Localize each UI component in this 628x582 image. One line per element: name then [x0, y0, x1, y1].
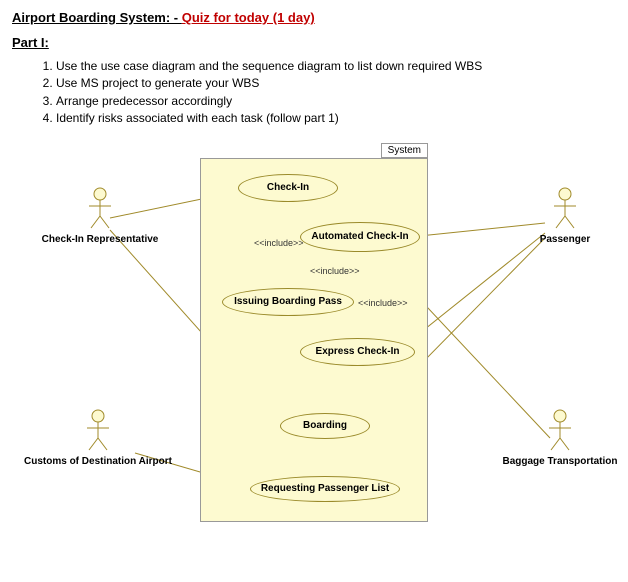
instruction-item: Use MS project to generate your WBS	[56, 75, 616, 92]
actor-label: Baggage Transportation	[502, 456, 617, 467]
actor-customs: Customs of Destination Airport	[18, 408, 178, 467]
page-heading: Airport Boarding System: - Quiz for toda…	[0, 0, 628, 31]
instruction-item: Identify risks associated with each task…	[56, 110, 616, 127]
use-case-diagram: System Check-In Representative Passenger	[0, 138, 628, 528]
usecase-label: Requesting Passenger List	[261, 483, 389, 494]
actor-icon	[550, 186, 580, 230]
include-label: <<include>>	[358, 298, 408, 308]
system-boundary: System	[200, 158, 428, 522]
usecase-label: Express Check-In	[316, 346, 400, 357]
include-label: <<include>>	[310, 266, 360, 276]
title-main: Airport Boarding System: -	[12, 10, 182, 25]
actor-passenger: Passenger	[520, 186, 610, 245]
usecase-label: Issuing Boarding Pass	[234, 296, 342, 307]
include-label: <<include>>	[254, 238, 304, 248]
actor-checkin-rep: Check-In Representative	[30, 186, 170, 245]
actor-icon	[83, 408, 113, 452]
usecase-label: Check-In	[267, 182, 309, 193]
actor-label: Passenger	[540, 234, 591, 245]
usecase-issuing-boarding-pass: Issuing Boarding Pass	[222, 288, 354, 316]
part-label: Part I:	[0, 31, 628, 58]
instruction-item: Use the use case diagram and the sequenc…	[56, 58, 616, 75]
title-quiz: Quiz for today (1 day)	[182, 10, 315, 25]
system-label: System	[381, 143, 428, 158]
instruction-item: Arrange predecessor accordingly	[56, 93, 616, 110]
actor-icon	[85, 186, 115, 230]
usecase-label: Automated Check-In	[311, 231, 408, 242]
usecase-boarding: Boarding	[280, 413, 370, 439]
usecase-label: Boarding	[303, 420, 347, 431]
actor-label: Customs of Destination Airport	[24, 456, 172, 467]
actor-label: Check-In Representative	[42, 234, 159, 245]
actor-baggage: Baggage Transportation	[495, 408, 625, 467]
usecase-requesting-passenger-list: Requesting Passenger List	[250, 476, 400, 502]
usecase-automated-check-in: Automated Check-In	[300, 222, 420, 252]
instructions: Use the use case diagram and the sequenc…	[0, 58, 628, 138]
actor-icon	[545, 408, 575, 452]
usecase-check-in: Check-In	[238, 174, 338, 202]
usecase-express-check-in: Express Check-In	[300, 338, 415, 366]
